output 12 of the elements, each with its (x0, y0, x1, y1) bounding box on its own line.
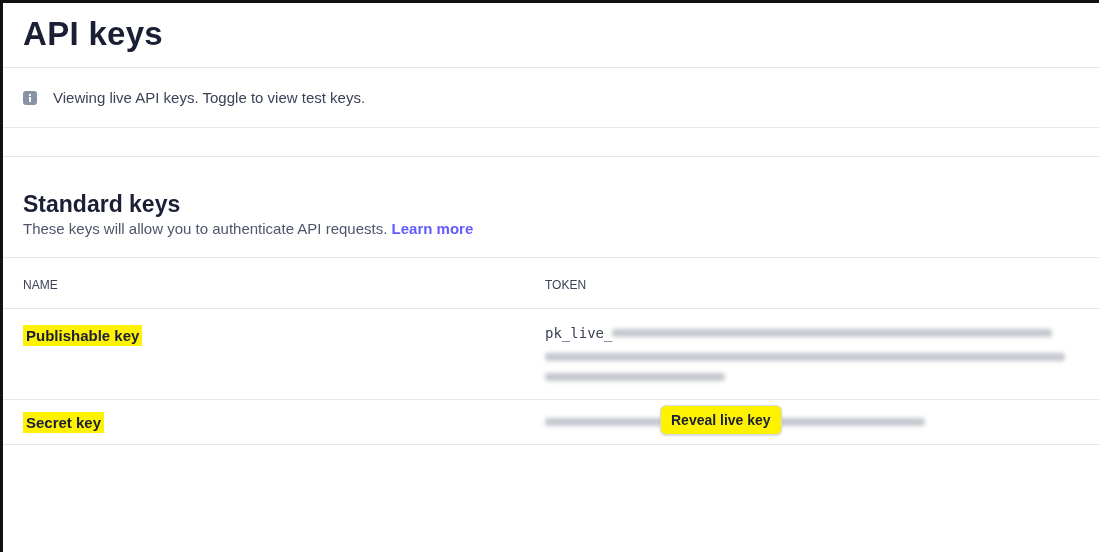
learn-more-link[interactable]: Learn more (391, 220, 474, 237)
key-name: Secret key (23, 411, 105, 433)
column-header: TOKEN (545, 278, 588, 292)
notice-text: Viewing live API keys. Toggle to view test keys. (53, 89, 366, 106)
key-name: Publishable key (23, 325, 143, 346)
reveal-key-button[interactable]: Reveal live key (660, 405, 782, 435)
info-icon (23, 90, 37, 105)
column-header: NAME (22, 278, 59, 292)
token-text: pk_live_ (545, 325, 613, 341)
page-title: API keys (22, 14, 164, 54)
section-description: These keys will allow you to authenticate API requests. Learn more (22, 220, 475, 239)
section-title: Standard keys (22, 190, 182, 219)
